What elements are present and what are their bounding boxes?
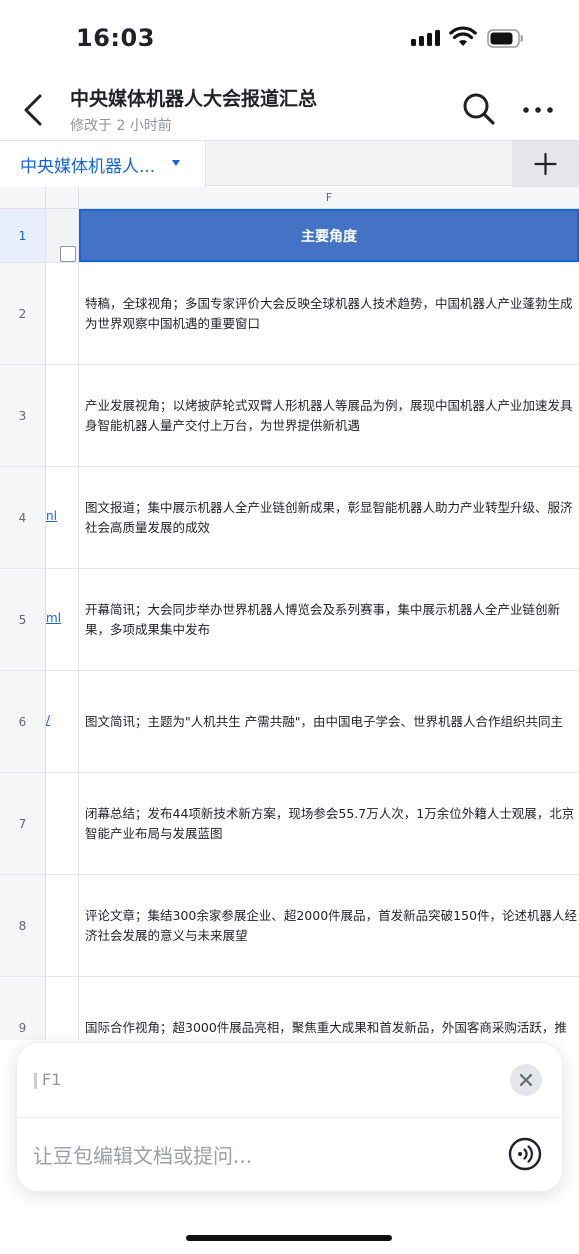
row-number[interactable]: 8 [0, 875, 46, 976]
header-cell-text: 主要角度 [301, 228, 357, 245]
caret-down-icon [172, 160, 180, 166]
add-icon [534, 152, 557, 176]
table-cell[interactable] [46, 365, 79, 466]
ai-assistant-panel: F1 让豆包编辑文档或提问... [16, 1042, 564, 1192]
row-number[interactable]: 5 [0, 569, 46, 670]
select-all-corner[interactable] [0, 187, 46, 209]
table-cell[interactable]: 图文报道；集中展示机器人全产业链创新成果，彰显智能机器人助力产业转型升级、服济社… [79, 467, 579, 568]
row-number[interactable]: 2 [0, 263, 46, 364]
table-cell[interactable]: 图文简讯；主题为"人机共生 产需共融"，由中国电子学会、世界机器人合作组织共同主 [79, 671, 579, 772]
back-icon[interactable] [18, 90, 50, 130]
table-cell[interactable] [46, 263, 79, 364]
row-number[interactable]: 3 [0, 365, 46, 466]
more-icon[interactable] [520, 96, 556, 124]
status-bar: 16:03 [0, 0, 579, 76]
sheet-tab-label: 中央媒体机器人... [20, 157, 156, 177]
url-link[interactable]: ml [46, 611, 61, 625]
close-icon [519, 1073, 533, 1087]
close-reference-button[interactable] [510, 1064, 542, 1096]
reference-marker [34, 1073, 37, 1089]
voice-icon[interactable] [508, 1137, 542, 1171]
table-cell[interactable] [46, 977, 79, 1040]
table-row: 8 评论文章；集结300余家参展企业、超2000件展品，首发新品突破150件，论述… [0, 875, 579, 977]
table-cell[interactable] [46, 875, 79, 976]
cell-reference: F1 [42, 1070, 62, 1089]
table-cell[interactable]: 评论文章；集结300余家参展企业、超2000件展品，首发新品突破150件，论述机… [79, 875, 579, 976]
document-modified-time: 修改于 2 小时前 [70, 118, 172, 134]
ai-prompt-input[interactable]: 让豆包编辑文档或提问... [33, 1140, 252, 1169]
table-row: 4 nl 图文报道；集中展示机器人全产业链创新成果，彰显智能机器人助力产业转型升级、… [0, 467, 579, 569]
cell-text: 图文简讯；主题为"人机共生 产需共融"，由中国电子学会、世界机器人合作组织共同主 [85, 713, 563, 729]
table-cell[interactable]: nl [46, 467, 79, 568]
row-number[interactable]: 1 [0, 209, 46, 262]
sheet-tab-active[interactable]: 中央媒体机器人... [0, 141, 206, 187]
spreadsheet-screen: 16:03 中央媒体机器人大会报道汇总 修改于 2 小时前 中央媒体机器人...… [0, 0, 579, 1254]
table-cell[interactable]: 产业发展视角；以烤披萨轮式双臂人形机器人等展品为例，展现中国机器人产业加速发具身… [79, 365, 579, 466]
table-cell[interactable]: 闭幕总结；发布44项新技术新方案，现场参会55.7万人次，1万余位外籍人士观展，… [79, 773, 579, 874]
sheet-tab-bar: 中央媒体机器人... [0, 140, 579, 187]
cell-text: 开幕简讯；大会同步举办世界机器人博览会及系列赛事，集中展示机器人全产业链创新果，… [85, 601, 561, 637]
url-link[interactable]: nl [46, 509, 57, 523]
table-row: 5 ml 开幕简讯；大会同步举办世界机器人博览会及系列赛事，集中展示机器人全产业链创… [0, 569, 579, 671]
row-number[interactable]: 7 [0, 773, 46, 874]
selected-header-cell[interactable]: 主要角度 [79, 209, 579, 262]
row-number[interactable]: 9 [0, 977, 46, 1040]
table-cell[interactable] [46, 209, 79, 262]
wifi-icon [449, 26, 477, 46]
add-sheet-button[interactable] [512, 141, 579, 187]
filter-icon[interactable] [60, 246, 76, 262]
cell-text: 产业发展视角；以烤披萨轮式双臂人形机器人等展品为例，展现中国机器人产业加速发具身… [85, 397, 573, 433]
table-cell[interactable]: 国际合作视角；超3000件展品亮相，聚焦重大成果和首发新品，外国客商采购活跃，推 [79, 977, 579, 1040]
cell-text: 图文报道；集中展示机器人全产业链创新成果，彰显智能机器人助力产业转型升级、服济社… [85, 499, 573, 535]
cell-text: 闭幕总结；发布44项新技术新方案，现场参会55.7万人次，1万余位外籍人士观展，… [85, 805, 575, 841]
row-number[interactable]: 4 [0, 467, 46, 568]
table-row: 6/ 图文简讯；主题为"人机共生 产需共融"，由中国电子学会、世界机器人合作组织共… [0, 671, 579, 773]
divider [17, 1117, 564, 1118]
cell-text: 特稿，全球视角；多国专家评价大会反映全球机器人技术趋势，中国机器人产业蓬勃生成为… [85, 295, 573, 331]
table-row: 9 国际合作视角；超3000件展品亮相，聚焦重大成果和首发新品，外国客商采购活跃，… [0, 977, 579, 1040]
cell-text: 国际合作视角；超3000件展品亮相，聚焦重大成果和首发新品，外国客商采购活跃，推 [85, 1019, 567, 1035]
home-indicator [186, 1235, 392, 1241]
status-time: 16:03 [76, 24, 155, 52]
table-row: 2 特稿，全球视角；多国专家评价大会反映全球机器人技术趋势，中国机器人产业蓬勃生成… [0, 263, 579, 365]
document-header: 中央媒体机器人大会报道汇总 修改于 2 小时前 [0, 76, 579, 140]
column-header-bar: F [0, 187, 579, 209]
spreadsheet-grid: F 1 主要角度 2 特稿，全球视角；多国专家评价大会反映全球机器人技术趋势，中国… [0, 187, 579, 1040]
url-link[interactable]: / [46, 713, 50, 727]
table-cell[interactable]: 开幕简讯；大会同步举办世界机器人博览会及系列赛事，集中展示机器人全产业链创新果，… [79, 569, 579, 670]
battery-icon [487, 29, 523, 48]
column-header-f[interactable]: F [79, 187, 579, 209]
row-number[interactable]: 6 [0, 671, 46, 772]
table-header-row: 1 主要角度 [0, 209, 579, 263]
table-cell[interactable]: / [46, 671, 79, 772]
table-cell[interactable]: ml [46, 569, 79, 670]
table-cell[interactable]: 特稿，全球视角；多国专家评价大会反映全球机器人技术趋势，中国机器人产业蓬勃生成为… [79, 263, 579, 364]
column-header-e[interactable] [46, 187, 79, 209]
search-icon[interactable] [460, 90, 498, 128]
table-row: 7 闭幕总结；发布44项新技术新方案，现场参会55.7万人次，1万余位外籍人士观展… [0, 773, 579, 875]
table-row: 3 产业发展视角；以烤披萨轮式双臂人形机器人等展品为例，展现中国机器人产业加速发具… [0, 365, 579, 467]
cell-text: 评论文章；集结300余家参展企业、超2000件展品，首发新品突破150件，论述机… [85, 907, 578, 943]
document-title: 中央媒体机器人大会报道汇总 [70, 88, 318, 110]
signal-icon [411, 30, 441, 46]
table-cell[interactable] [46, 773, 79, 874]
